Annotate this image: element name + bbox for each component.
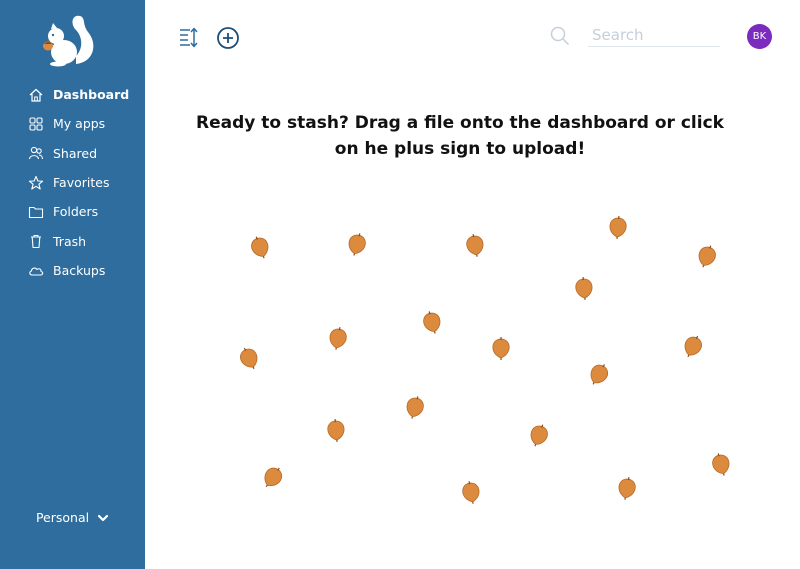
empty-state-line-1: Ready to stash? Drag a file onto the das… xyxy=(196,113,724,133)
acorn-icon xyxy=(692,241,723,272)
sidebar-item-label: Shared xyxy=(53,145,98,161)
account-label: Personal xyxy=(35,510,90,525)
acorn-icon xyxy=(342,229,371,258)
sidebar-item-trash[interactable]: Trash xyxy=(0,226,145,255)
acorn-decoration xyxy=(145,190,800,569)
acorn-icon xyxy=(324,324,352,352)
acorn-icon xyxy=(613,474,641,502)
star-icon xyxy=(28,175,44,191)
app-window: Dashboard My apps Shared Favorites Folde… xyxy=(0,0,800,569)
users-icon xyxy=(28,145,44,161)
sort-icon[interactable] xyxy=(178,26,202,50)
search-icon[interactable] xyxy=(550,26,570,46)
sidebar-item-label: Backups xyxy=(53,262,106,278)
acorn-icon xyxy=(706,449,735,478)
add-circle-icon[interactable] xyxy=(216,26,240,50)
sidebar-item-label: Dashboard xyxy=(53,87,130,103)
acorn-icon xyxy=(417,307,446,336)
empty-state-message: Ready to stash? Drag a file onto the das… xyxy=(180,110,740,162)
sidebar-item-label: Favorites xyxy=(53,175,110,191)
acorn-icon xyxy=(583,358,616,391)
sidebar-item-folders[interactable]: Folders xyxy=(0,197,145,226)
acorn-icon xyxy=(524,420,555,451)
home-icon xyxy=(28,87,44,103)
sidebar-item-dashboard[interactable]: Dashboard xyxy=(0,80,145,109)
sidebar-item-label: Trash xyxy=(53,233,87,249)
acorn-icon xyxy=(233,342,265,374)
squirrel-logo-icon xyxy=(36,14,98,68)
acorn-icon xyxy=(677,330,709,362)
acorn-icon xyxy=(457,478,485,506)
acorn-icon xyxy=(400,392,429,421)
sidebar-nav: Dashboard My apps Shared Favorites Folde… xyxy=(0,80,145,285)
sidebar: Dashboard My apps Shared Favorites Folde… xyxy=(0,0,145,569)
acorn-icon xyxy=(323,417,349,443)
apps-grid-icon xyxy=(28,116,44,132)
cloud-icon xyxy=(28,262,44,278)
search-input[interactable] xyxy=(588,24,720,47)
trash-icon xyxy=(28,233,44,249)
sidebar-item-label: My apps xyxy=(53,116,106,132)
acorn-icon xyxy=(571,275,597,301)
acorn-icon xyxy=(256,460,289,493)
acorn-icon xyxy=(245,232,276,263)
sidebar-item-label: Folders xyxy=(53,204,99,220)
chevron-down-icon xyxy=(97,511,109,526)
sidebar-item-shared[interactable]: Shared xyxy=(0,139,145,168)
sidebar-item-backups[interactable]: Backups xyxy=(0,256,145,285)
acorn-icon xyxy=(461,231,489,259)
account-switcher[interactable]: Personal xyxy=(0,510,145,526)
acorn-icon xyxy=(605,214,631,240)
folder-icon xyxy=(28,204,44,220)
sidebar-item-favorites[interactable]: Favorites xyxy=(0,168,145,197)
sidebar-item-my-apps[interactable]: My apps xyxy=(0,109,145,138)
avatar[interactable]: BK xyxy=(747,24,772,49)
empty-state-line-2: on he plus sign to upload! xyxy=(334,139,586,159)
acorn-icon xyxy=(489,336,513,360)
search-bar xyxy=(548,24,720,48)
